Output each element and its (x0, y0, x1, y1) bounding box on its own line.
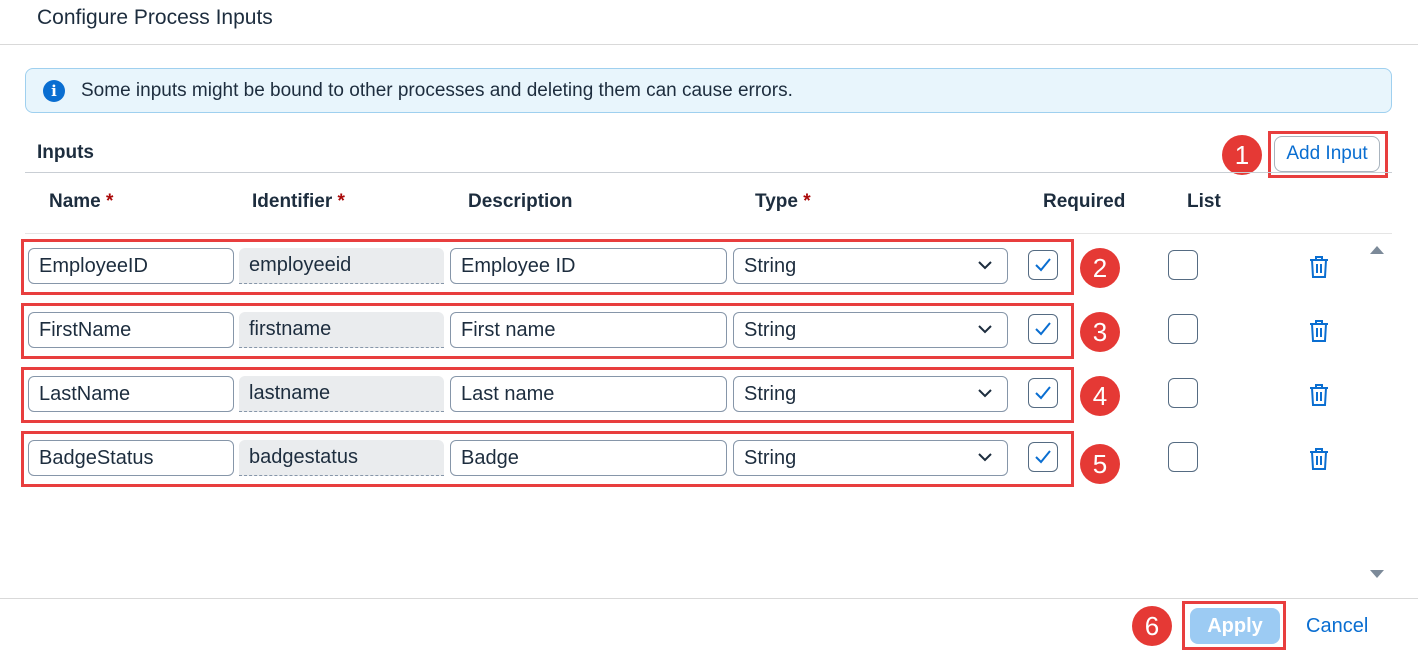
identifier-field: firstname (239, 312, 444, 348)
callout-1: 1 (1222, 135, 1262, 175)
type-select-value: String (744, 447, 797, 469)
callout-4: 4 (1080, 376, 1120, 416)
column-header-required: Required (1043, 191, 1126, 212)
name-input-value: EmployeeID (39, 255, 148, 277)
description-input[interactable]: Employee ID (450, 248, 727, 284)
identifier-field-value: badgestatus (249, 446, 358, 468)
table-header: Name * Identifier * Description Type * R… (25, 172, 1392, 234)
dialog-title: Configure Process Inputs (37, 6, 273, 29)
name-input[interactable]: LastName (28, 376, 234, 412)
column-header-name: Name * (49, 191, 114, 212)
callout-5: 5 (1080, 444, 1120, 484)
list-checkbox[interactable] (1168, 442, 1198, 472)
checkmark-icon (1035, 258, 1051, 272)
required-checkbox[interactable] (1028, 378, 1058, 408)
type-select[interactable]: String (733, 376, 1008, 412)
name-input-value: LastName (39, 383, 131, 405)
description-input-value: Last name (461, 383, 555, 405)
scroll-up-arrow-icon[interactable] (1370, 246, 1384, 254)
description-input-value: Employee ID (461, 255, 576, 277)
footer-divider (0, 598, 1418, 599)
name-input[interactable]: FirstName (28, 312, 234, 348)
info-message-strip: i Some inputs might be bound to other pr… (25, 68, 1392, 113)
type-select-value: String (744, 383, 797, 405)
chevron-down-icon (978, 389, 992, 398)
inputs-section-label: Inputs (37, 142, 94, 163)
chevron-down-icon (978, 453, 992, 462)
column-header-identifier: Identifier * (252, 191, 345, 212)
delete-icon[interactable] (1308, 319, 1330, 343)
type-select[interactable]: String (733, 312, 1008, 348)
identifier-field: employeeid (239, 248, 444, 284)
list-checkbox[interactable] (1168, 378, 1198, 408)
name-input-value: BadgeStatus (39, 447, 154, 469)
cancel-button[interactable]: Cancel (1306, 615, 1368, 637)
description-input-value: First name (461, 319, 556, 341)
column-header-type: Type * (755, 191, 811, 212)
delete-icon[interactable] (1308, 447, 1330, 471)
apply-button[interactable]: Apply (1190, 608, 1280, 644)
type-select[interactable]: String (733, 248, 1008, 284)
delete-icon[interactable] (1308, 255, 1330, 279)
chevron-down-icon (978, 261, 992, 270)
chevron-down-icon (978, 325, 992, 334)
description-input[interactable]: Badge (450, 440, 727, 476)
add-input-button[interactable]: Add Input (1274, 136, 1380, 172)
type-select-value: String (744, 319, 797, 341)
delete-icon[interactable] (1308, 383, 1330, 407)
description-input-value: Badge (461, 447, 519, 469)
list-checkbox[interactable] (1168, 314, 1198, 344)
type-select-value: String (744, 255, 797, 277)
name-input-value: FirstName (39, 319, 132, 341)
identifier-field: badgestatus (239, 440, 444, 476)
description-input[interactable]: Last name (450, 376, 727, 412)
required-checkbox[interactable] (1028, 314, 1058, 344)
checkmark-icon (1035, 322, 1051, 336)
identifier-field-value: employeeid (249, 254, 352, 276)
list-checkbox[interactable] (1168, 250, 1198, 280)
required-checkbox[interactable] (1028, 250, 1058, 280)
info-message-text: Some inputs might be bound to other proc… (81, 80, 793, 101)
type-select[interactable]: String (733, 440, 1008, 476)
header-divider (0, 44, 1418, 45)
info-icon: i (43, 80, 65, 102)
scroll-down-arrow-icon[interactable] (1370, 570, 1384, 578)
column-header-description: Description (468, 191, 573, 212)
required-checkbox[interactable] (1028, 442, 1058, 472)
identifier-field: lastname (239, 376, 444, 412)
identifier-field-value: lastname (249, 382, 331, 404)
callout-3: 3 (1080, 312, 1120, 352)
description-input[interactable]: First name (450, 312, 727, 348)
callout-2: 2 (1080, 248, 1120, 288)
name-input[interactable]: BadgeStatus (28, 440, 234, 476)
checkmark-icon (1035, 450, 1051, 464)
checkmark-icon (1035, 386, 1051, 400)
identifier-field-value: firstname (249, 318, 332, 340)
name-input[interactable]: EmployeeID (28, 248, 234, 284)
callout-6: 6 (1132, 606, 1172, 646)
column-header-list: List (1187, 191, 1221, 212)
